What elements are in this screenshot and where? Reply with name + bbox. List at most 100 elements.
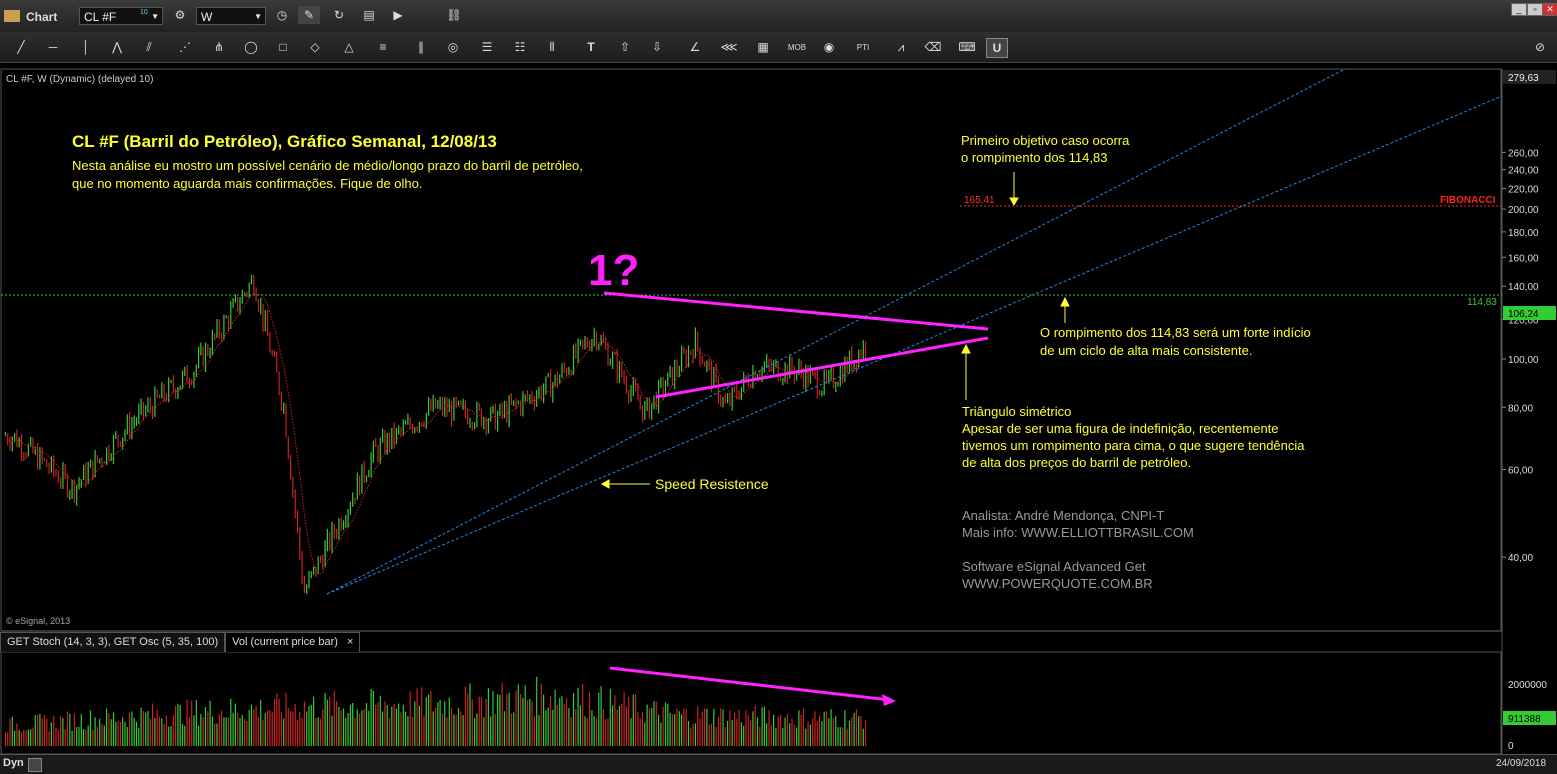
double-line-icon[interactable]: ∥ <box>410 38 432 56</box>
price-tick-label: 40,00 <box>1508 553 1533 564</box>
diamond-icon[interactable]: ◇ <box>304 38 326 56</box>
triangle-icon[interactable]: △ <box>338 38 360 56</box>
price-tick-label: 100,00 <box>1508 355 1539 366</box>
price-tick-label: 140,00 <box>1508 282 1539 293</box>
play-icon[interactable]: ▶ <box>387 6 409 24</box>
price-tick-label: 240,00 <box>1508 166 1539 177</box>
annotation-break-2: de um ciclo de alta mais consistente. <box>1040 343 1252 358</box>
annotation-target-2: o rompimento dos 114,83 <box>961 150 1107 165</box>
speed-label: Speed Resistence <box>655 476 769 492</box>
wave-label: 1? <box>588 246 639 295</box>
indicator-tabs: GET Stoch (14, 3, 3), GET Osc (5, 35, 10… <box>0 632 361 652</box>
scroll-icon[interactable] <box>28 758 42 772</box>
speed-lines-icon[interactable]: ⋘ <box>716 38 742 56</box>
arrow-up-icon[interactable]: ⇧ <box>614 38 636 56</box>
software-line-1: Software eSignal Advanced Get <box>962 559 1146 574</box>
software-line-2: WWW.POWERQUOTE.COM.BR <box>962 576 1153 591</box>
vertical-line-icon[interactable]: │ <box>76 38 96 56</box>
mob-icon[interactable]: MOB <box>784 38 810 56</box>
price-tick-label: 160,00 <box>1508 253 1539 264</box>
minimize-button[interactable]: _ <box>1511 3 1527 16</box>
fib-value-label: 165,41 <box>964 195 995 206</box>
fib-extension-icon[interactable]: ☷ <box>509 38 531 56</box>
symbol-dropdown-icon[interactable]: ▼ <box>151 8 159 26</box>
pitchfork-icon[interactable]: ⋔ <box>206 38 232 56</box>
annotation-target-1: Primeiro objetivo caso ocorra <box>961 133 1130 148</box>
annotation-triangle-1: Triângulo simétrico <box>962 404 1071 419</box>
last-price-label: 106,24 <box>1508 309 1539 320</box>
refresh-icon[interactable]: ↻ <box>328 6 350 24</box>
analyst-line-2: Mais info: WWW.ELLIOTTBRASIL.COM <box>962 525 1194 540</box>
horizontal-line-icon[interactable]: ─ <box>40 38 66 56</box>
symbol-superscript: 10 <box>140 9 148 16</box>
annotation-intro-2: que no momento aguarda mais confirmações… <box>72 176 422 191</box>
link-icon[interactable]: ⛓ <box>443 6 465 24</box>
fan-tool-icon[interactable]: ⫽ <box>136 38 162 56</box>
price-tick-label: 200,00 <box>1508 205 1539 216</box>
interval-dropdown-icon[interactable]: ▼ <box>254 8 262 26</box>
zoom-tool-icon[interactable]: ⊘ <box>1530 38 1550 56</box>
price-tick-label: 180,00 <box>1508 228 1539 239</box>
copyright: © eSignal, 2013 <box>6 616 70 626</box>
top-price-label: 279,63 <box>1508 73 1539 84</box>
annotation-title: CL #F (Barril do Petróleo), Gráfico Sema… <box>72 132 497 151</box>
close-button[interactable]: ✕ <box>1542 3 1557 16</box>
vol-tick-2m: 2000000 <box>1508 680 1547 691</box>
annotation-triangle-2: Apesar de ser uma figura de indefinição,… <box>962 421 1279 436</box>
mode-icon[interactable]: ▤ <box>358 6 380 24</box>
magnet-icon[interactable]: U <box>986 38 1008 58</box>
tab-volume[interactable]: Vol (current price bar) × <box>225 632 361 652</box>
annotation-intro-1: Nesta análise eu mostro um possível cená… <box>72 158 583 173</box>
interval-value: W <box>201 10 213 24</box>
analyst-line-1: Analista: André Mendonça, CNPI-T <box>962 508 1164 523</box>
annotation-triangle-4: de alta dos preços do barril de petróleo… <box>962 455 1191 470</box>
fib-retrace-icon[interactable]: ☰ <box>476 38 498 56</box>
price-tick-label: 220,00 <box>1508 184 1539 195</box>
chart-window-icon <box>4 10 20 22</box>
parallel-lines-icon[interactable]: ≡ <box>372 38 394 56</box>
vol-last-label: 911388 <box>1508 714 1541 725</box>
annotation-triangle-3: tivemos um rompimento para cima, o que s… <box>962 438 1305 453</box>
eraser-icon[interactable]: ⌫ <box>922 38 944 56</box>
angle-icon[interactable]: ∠ <box>684 38 706 56</box>
tab-stoch[interactable]: GET Stoch (14, 3, 3), GET Osc (5, 35, 10… <box>0 632 226 652</box>
price-tick-label: 80,00 <box>1508 403 1533 414</box>
rectangle-icon[interactable]: □ <box>272 38 294 56</box>
clock-icon[interactable]: ◷ <box>271 6 293 24</box>
resistance-label: 114,83 <box>1467 297 1497 308</box>
tab-close-icon[interactable]: × <box>347 636 353 648</box>
symbol-input[interactable]: CL #F 10 ▼ <box>79 7 163 25</box>
time-zones-icon[interactable]: ⦀ <box>540 38 564 56</box>
price-tick-label: 260,00 <box>1508 148 1539 159</box>
channel-tool-icon[interactable]: ⋰ <box>172 38 198 56</box>
zigzag-icon[interactable]: ⩘ <box>890 38 912 56</box>
chart-canvas[interactable]: CL #F (Barril do Petróleo), Gráfico Sema… <box>0 0 1557 773</box>
window-title: Chart <box>26 10 58 24</box>
text-tool-icon[interactable]: T <box>582 38 600 56</box>
status-bar: Dyn 24/09/2018 <box>0 754 1557 774</box>
settings-icon[interactable]: ⚙ <box>169 6 191 24</box>
pti-icon[interactable]: PTI <box>850 38 876 56</box>
grid-icon[interactable]: ▦ <box>752 38 774 56</box>
interval-select[interactable]: W ▼ <box>196 7 266 25</box>
pencil-icon[interactable]: ✎ <box>298 6 320 24</box>
chart-info: CL #F, W (Dynamic) (delayed 10) <box>6 74 153 85</box>
vol-tick-0: 0 <box>1508 741 1514 752</box>
ellipse-icon[interactable]: ◯ <box>240 38 262 56</box>
restore-button[interactable]: ▫ <box>1527 3 1543 16</box>
date-label: 24/09/2018 <box>1496 758 1547 769</box>
wave-tool-icon[interactable]: ⋀ <box>104 38 130 56</box>
symbol-value: CL #F <box>84 10 117 24</box>
eye-icon[interactable]: ◉ <box>818 38 840 56</box>
cursor-icon[interactable]: ⌨ <box>956 38 978 56</box>
annotation-break-1: O rompimento dos 114,83 será um forte in… <box>1040 325 1311 340</box>
drawing-toolbar: ╱ ─ │ ⋀ ⫽ ⋰ ⋔ ◯ □ ◇ △ ≡ ∥ ◎ ☰ ☷ ⦀ T ⇧ ⇩ … <box>0 32 1557 63</box>
mode-label[interactable]: Dyn <box>3 757 24 769</box>
tab-volume-label: Vol (current price bar) <box>232 636 338 648</box>
target-icon[interactable]: ◎ <box>442 38 464 56</box>
fib-label: FIBONACCI <box>1440 195 1496 206</box>
line-tool-icon[interactable]: ╱ <box>8 38 34 56</box>
arrow-down-icon[interactable]: ⇩ <box>646 38 668 56</box>
price-tick-label: 60,00 <box>1508 465 1533 476</box>
title-bar: Chart CL #F 10 ▼ ⚙ W ▼ ◷ ✎ ↻ ▤ ▶ ⛓ _ ▫ ✕ <box>0 0 1557 33</box>
